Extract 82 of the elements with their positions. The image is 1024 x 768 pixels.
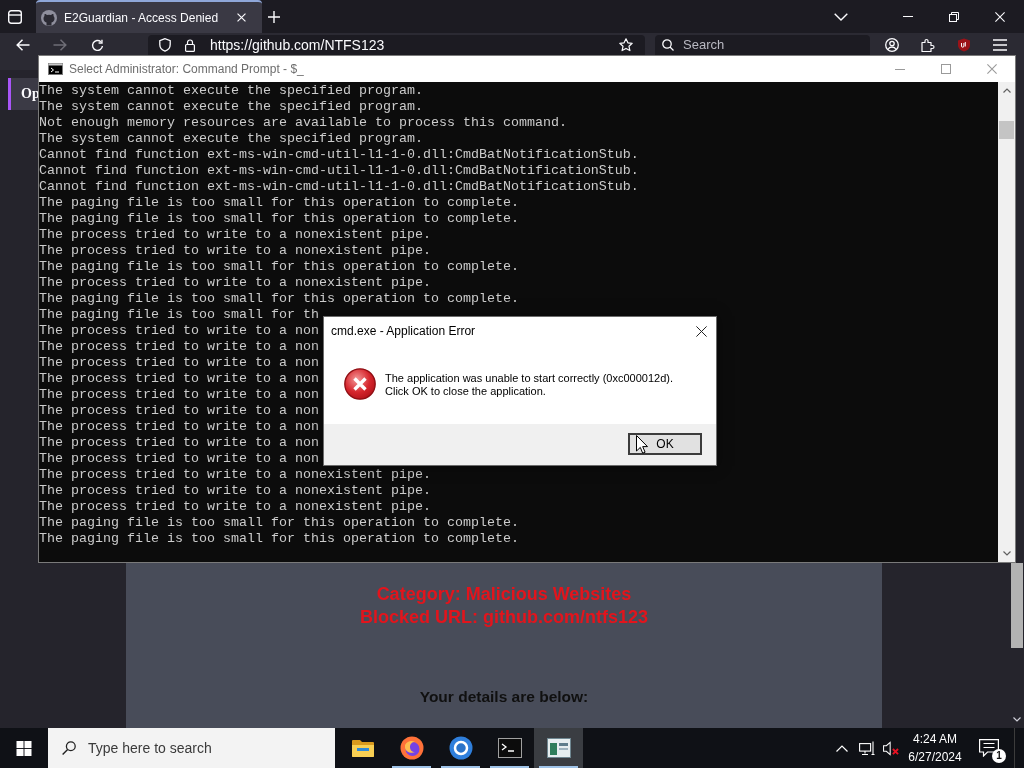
site-favicon-icon xyxy=(41,9,57,26)
scroll-down-icon[interactable] xyxy=(1002,551,1011,556)
scrollbar[interactable] xyxy=(998,82,1015,562)
details-heading: Your details are below: xyxy=(419,687,589,707)
console-line: The process tried to write to a nonexistent pipe. xyxy=(39,499,431,515)
console-icon xyxy=(48,63,63,75)
extension-badge-icon[interactable] xyxy=(957,38,971,52)
folder-icon xyxy=(350,738,375,758)
network-icon[interactable] xyxy=(859,740,875,756)
console-line: The system cannot execute the specified program. xyxy=(39,131,423,147)
flame-globe-icon xyxy=(399,736,424,760)
address-bar[interactable]: https://github.com/NTFS123 xyxy=(148,35,645,55)
console-line: The process tried to write to a nonexistent pipe. xyxy=(39,275,431,291)
console-line: The paging file is too small for this operation to complete. xyxy=(39,259,519,275)
account-icon[interactable] xyxy=(885,38,899,52)
menu-icon[interactable] xyxy=(993,39,1007,51)
app-window-icon xyxy=(546,738,571,758)
clock-time[interactable]: 4:24 AM xyxy=(913,730,957,748)
puzzle-icon[interactable] xyxy=(921,38,935,52)
console-line: The process tried to write to a non xyxy=(39,419,319,435)
star-icon[interactable] xyxy=(619,38,633,52)
console-line: The system cannot execute the specified program. xyxy=(39,83,423,99)
four-panes-icon xyxy=(16,740,32,756)
console-line: The process tried to write to a non xyxy=(39,451,319,467)
console-line: Cannot find function ext-ms-win-cmd-util-l1-1-0.dll:CmdBatNotificationStub. xyxy=(39,147,639,163)
console-line: The process tried to write to a non xyxy=(39,339,319,355)
ok-button[interactable]: OK xyxy=(628,433,702,455)
notification-icon[interactable] xyxy=(979,739,999,757)
lock-icon[interactable] xyxy=(185,38,195,52)
taskbar-search-field[interactable]: Type here to search xyxy=(48,728,335,768)
console-line: The process tried to write to a nonexistent pipe. xyxy=(39,227,431,243)
console-line: The paging file is too small for this operation to complete. xyxy=(39,195,519,211)
blocked-url-text: Blocked URL: github.com/ntfs123 xyxy=(360,606,648,629)
tab-list-icon[interactable] xyxy=(8,9,22,24)
console-line: Not enough memory resources are available to process this command. xyxy=(39,115,567,131)
chevron-down-icon[interactable] xyxy=(834,12,848,21)
dialog-title: cmd.exe - Application Error xyxy=(331,324,476,338)
error-message: The application was unable to start correctly (0xc000012d). Click OK to close the application. xyxy=(385,372,673,398)
search-field[interactable]: Search xyxy=(655,35,870,55)
console-line: The process tried to write to a non xyxy=(39,403,319,419)
arrow-left-icon xyxy=(16,39,30,51)
console-line: The process tried to write to a non xyxy=(39,355,319,371)
speaker-icon[interactable] xyxy=(883,740,899,756)
plus-icon[interactable] xyxy=(268,10,280,23)
console-line: The paging file is too small for this operation to complete. xyxy=(39,211,519,227)
scroll-up-icon[interactable] xyxy=(1002,88,1011,93)
console-line: The paging file is too small for th xyxy=(39,307,319,323)
browser-tab[interactable]: E2Guardian - Access Denied xyxy=(36,0,262,33)
clock-date[interactable]: 6/27/2024 xyxy=(908,748,962,766)
ring-globe-icon xyxy=(448,736,473,760)
terminal-icon xyxy=(497,738,522,758)
console-line: The paging file is too small for this operation to complete. xyxy=(39,531,519,547)
mouse-cursor-icon xyxy=(636,435,648,454)
maximize-icon[interactable] xyxy=(941,64,951,74)
shield-icon[interactable] xyxy=(159,38,171,52)
search-icon xyxy=(62,741,76,755)
reload-icon xyxy=(90,38,104,52)
console-line: The process tried to write to a nonexistent pipe. xyxy=(39,467,431,483)
notification-count: 1 xyxy=(992,749,1006,763)
search-icon xyxy=(662,39,674,51)
console-line: The process tried to write to a nonexistent pipe. xyxy=(39,243,431,259)
scrollbar-thumb[interactable] xyxy=(999,121,1014,139)
console-line: Cannot find function ext-ms-win-cmd-util-l1-1-0.dll:CmdBatNotificationStub. xyxy=(39,179,639,195)
category-text: Category: Malicious Websites xyxy=(376,583,632,606)
caret-up-icon[interactable] xyxy=(836,744,848,752)
scrollbar-thumb[interactable] xyxy=(1011,563,1023,648)
console-line: The paging file is too small for this operation to complete. xyxy=(39,515,519,531)
restore-icon[interactable] xyxy=(949,11,959,22)
window-title: Select Administrator: Command Prompt - $_ xyxy=(69,62,304,76)
console-line: The system cannot execute the specified program. xyxy=(39,99,423,115)
console-line: The process tried to write to a non xyxy=(39,371,319,387)
minimize-icon[interactable] xyxy=(895,68,905,70)
close-icon[interactable] xyxy=(695,325,707,337)
taskbar-app-button[interactable] xyxy=(534,728,583,768)
error-icon xyxy=(344,368,376,400)
console-line: The paging file is too small for this operation to complete. xyxy=(39,291,519,307)
console-line: The process tried to write to a non xyxy=(39,435,319,451)
arrow-right-icon xyxy=(53,39,67,51)
console-line: The process tried to write to a nonexistent pipe. xyxy=(39,483,431,499)
console-line: Cannot find function ext-ms-win-cmd-util-l1-1-0.dll:CmdBatNotificationStub. xyxy=(39,163,639,179)
console-line: The process tried to write to a non xyxy=(39,323,319,339)
console-line: The process tried to write to a non xyxy=(39,387,319,403)
